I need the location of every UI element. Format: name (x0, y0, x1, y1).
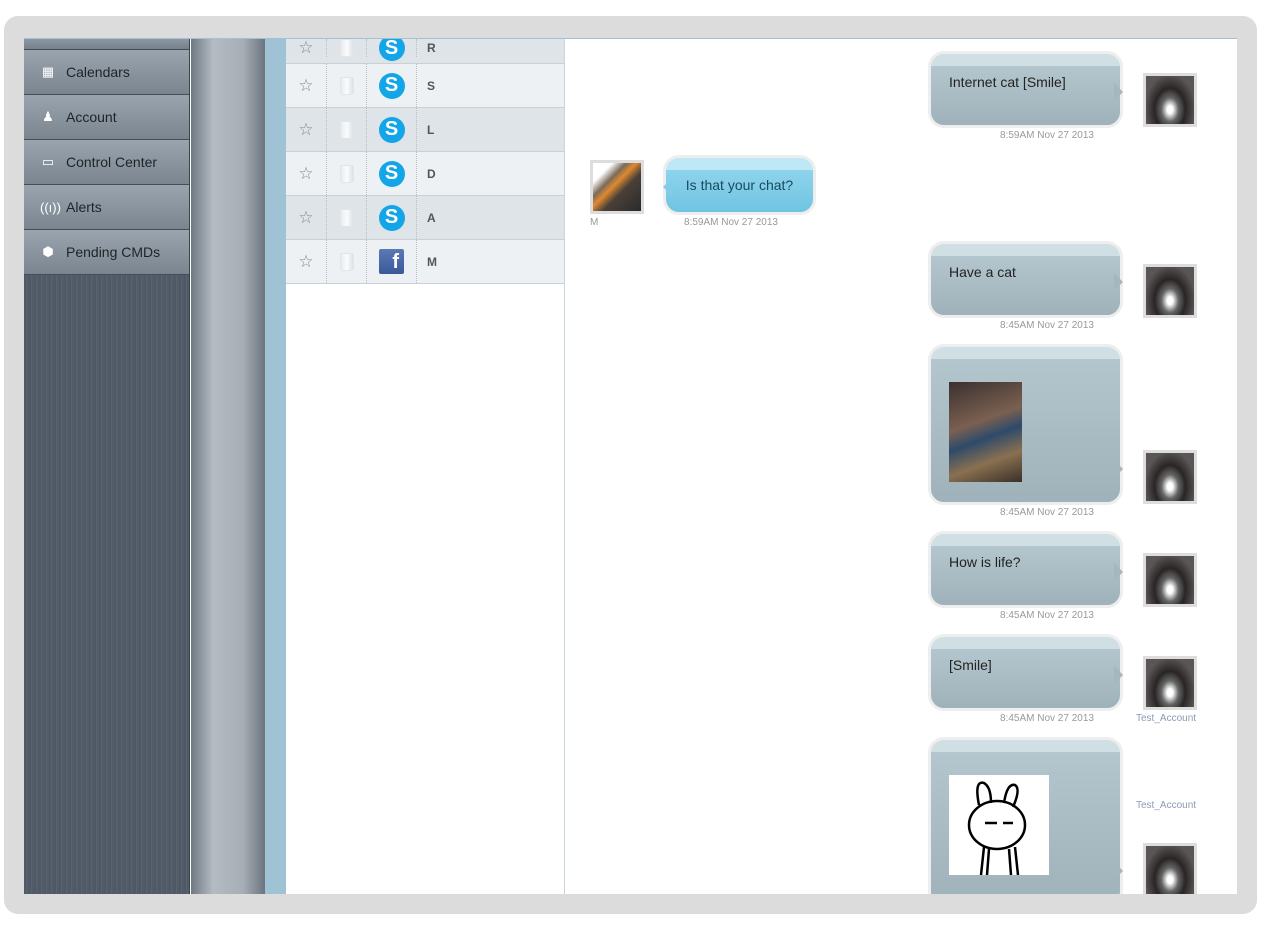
star-icon[interactable]: ☆ (286, 152, 327, 195)
sender-name: Test_Account (1136, 800, 1197, 811)
sidebar-item-control-center[interactable]: ▭ Control Center (24, 140, 189, 185)
sidebar-item-pending-cmds[interactable]: ⬢ Pending CMDs (24, 230, 189, 275)
message-bubble: Have a cat (928, 241, 1123, 318)
star-icon[interactable]: ☆ (286, 108, 327, 151)
rabbit-sticker[interactable] (949, 775, 1049, 876)
message-time: 8:59AM Nov 27 2013 (684, 217, 778, 228)
skype-icon: S (378, 72, 405, 99)
chat-panel: Internet cat [Smile] 8:59AM Nov 27 2013 … (566, 39, 1237, 894)
avatar (1143, 656, 1197, 710)
user-icon: ♟ (42, 109, 54, 124)
message-time: 8:45AM Nov 27 2013 (1000, 507, 1094, 518)
sender-name: Test_Account (1136, 713, 1197, 724)
app: ▦ Calendars ♟ Account ▭ Control Center ((ı)… (24, 38, 1237, 894)
trash-icon[interactable] (339, 252, 354, 271)
contact-name: L (427, 122, 435, 137)
star-icon[interactable]: ☆ (286, 39, 327, 57)
tablet-icon: ▭ (41, 154, 55, 169)
message-bubble: Internet cat [Smile] (928, 51, 1123, 128)
sidebar-item-label: Account (66, 109, 117, 125)
avatar (1143, 73, 1197, 127)
sidebar-item-calendars[interactable]: ▦ Calendars (24, 50, 189, 95)
sender-name: M (590, 217, 599, 228)
contact-row[interactable]: ☆ f M (286, 240, 564, 284)
contact-name: S (427, 78, 436, 93)
sidebar-item-alerts[interactable]: ((ı)) Alerts (24, 185, 189, 230)
skype-icon: S (378, 116, 405, 143)
avatar (1143, 450, 1197, 504)
skype-icon: S (378, 39, 405, 61)
contact-row[interactable]: ☆ S S (286, 64, 564, 108)
calendar-icon: ▦ (41, 64, 55, 79)
image-message (928, 737, 1123, 894)
message-time: 8:45AM Nov 27 2013 (1000, 610, 1094, 621)
contact-name: D (427, 166, 436, 181)
image-message (928, 344, 1123, 505)
message-bubble: [Smile] (928, 634, 1123, 711)
divider-strip (265, 39, 286, 894)
contact-row[interactable]: ☆ S D (286, 152, 564, 196)
cat-photo[interactable] (949, 382, 1022, 482)
divider-panel (191, 39, 265, 894)
contact-list: ☆ S R ☆ S S ☆ S L ☆ S D ☆ S A ☆ f M (286, 39, 565, 894)
message-time: 8:59AM Nov 27 2013 (1000, 130, 1094, 141)
sidebar: ▦ Calendars ♟ Account ▭ Control Center ((ı)… (24, 39, 190, 894)
avatar (1143, 264, 1197, 318)
avatar (590, 160, 644, 214)
contact-row[interactable]: ☆ S L (286, 108, 564, 152)
contact-name: R (427, 41, 436, 55)
contact-row[interactable]: ☆ S R (286, 39, 564, 64)
sidebar-item-partial[interactable] (24, 39, 189, 50)
star-icon[interactable]: ☆ (286, 196, 327, 239)
trash-icon[interactable] (339, 76, 354, 95)
trash-icon[interactable] (339, 120, 354, 139)
message-bubble: Is that your chat? (663, 155, 816, 215)
message-time: 8:45AM Nov 27 2013 (1000, 320, 1094, 331)
star-icon[interactable]: ☆ (286, 64, 327, 107)
trash-icon[interactable] (339, 208, 354, 227)
message-bubble: How is life? (928, 531, 1123, 608)
antenna-icon: ((ı)) (40, 199, 61, 215)
facebook-icon: f (379, 249, 404, 274)
contact-row[interactable]: ☆ S A (286, 196, 564, 240)
star-icon[interactable]: ☆ (286, 240, 327, 283)
sidebar-item-label: Pending CMDs (66, 244, 161, 260)
trash-icon[interactable] (339, 39, 354, 57)
sidebar-item-label: Control Center (66, 154, 158, 170)
contact-name: M (427, 254, 437, 269)
pending-icon: ⬢ (42, 244, 54, 259)
avatar (1143, 843, 1197, 894)
skype-icon: S (378, 204, 405, 231)
avatar (1143, 553, 1197, 607)
trash-icon[interactable] (339, 164, 354, 183)
sidebar-item-label: Calendars (66, 64, 130, 80)
skype-icon: S (378, 160, 405, 187)
contact-name: A (427, 210, 436, 225)
sidebar-item-label: Alerts (66, 199, 102, 215)
sidebar-item-account[interactable]: ♟ Account (24, 95, 189, 140)
